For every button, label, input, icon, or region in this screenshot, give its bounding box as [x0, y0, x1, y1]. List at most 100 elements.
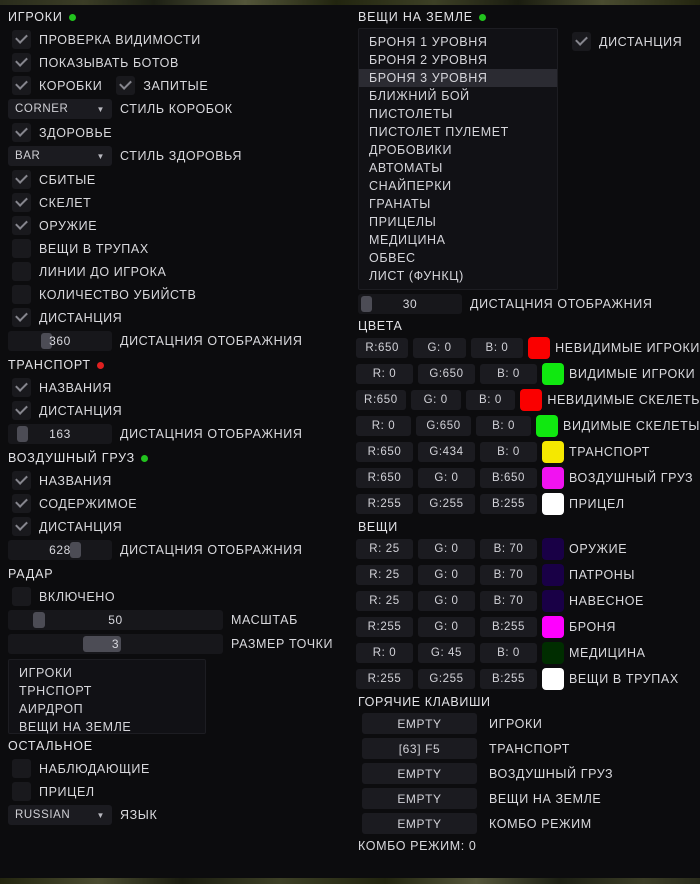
list-item-selected[interactable]: БРОНЯ 3 УРОВНЯ [359, 69, 557, 87]
color-field-b[interactable]: B: 0 [465, 390, 516, 410]
checkbox-row-health[interactable]: ЗДОРОВЬЕ [0, 121, 350, 144]
checkbox-skeleton[interactable] [12, 193, 31, 212]
color-swatch[interactable] [542, 564, 564, 586]
list-item[interactable]: БЛИЖНИЙ БОЙ [359, 87, 557, 105]
checkbox-row-skeleton[interactable]: СКЕЛЕТ [0, 191, 350, 214]
color-field-g[interactable]: G:434 [418, 442, 475, 462]
list-item[interactable]: АВТОМАТЫ [359, 159, 557, 177]
color-field-r[interactable]: R:255 [356, 494, 413, 514]
slider-transport-distance[interactable]: 163 [8, 424, 112, 444]
checkbox-row-players-distance[interactable]: ДИСТАНЦИЯ [0, 306, 350, 329]
color-swatch[interactable] [542, 668, 564, 690]
checkbox-row-kill-count[interactable]: КОЛИЧЕСТВО УБИЙСТВ [0, 283, 350, 306]
checkbox-filled[interactable] [116, 76, 136, 95]
checkbox-row-ground-distance[interactable]: ДИСТАНЦИЯ [558, 28, 690, 53]
color-swatch[interactable] [536, 415, 559, 437]
list-item[interactable]: АИРДРОП [9, 700, 205, 718]
checkbox-row-airdrop-contents[interactable]: СОДЕРЖИМОЕ [0, 492, 350, 515]
listbox-radar-targets[interactable]: ИГРОКИ ТРНСПОРТ АИРДРОП ВЕЩИ НА ЗЕМЛЕ [8, 659, 206, 734]
checkbox-row-snaplines[interactable]: ЛИНИИ ДО ИГРОКА [0, 260, 350, 283]
color-field-b[interactable]: B: 70 [480, 565, 537, 585]
color-field-r[interactable]: R:650 [356, 468, 413, 488]
checkbox-radar-enabled[interactable] [12, 587, 31, 606]
color-field-b[interactable]: B: 70 [480, 591, 537, 611]
color-field-b[interactable]: B: 70 [480, 539, 537, 559]
list-item[interactable]: ГРАНАТЫ [359, 195, 557, 213]
color-swatch[interactable] [520, 389, 543, 411]
slider-ground-distance[interactable]: 30 [358, 294, 462, 314]
color-swatch[interactable] [542, 467, 564, 489]
color-swatch[interactable] [542, 616, 564, 638]
checkbox-row-radar-enabled[interactable]: ВКЛЮЧЕНО [0, 585, 350, 608]
checkbox-row-show-bots[interactable]: ПОКАЗЫВАТЬ БОТОВ [0, 51, 350, 74]
color-field-g[interactable]: G: 0 [410, 390, 461, 410]
checkbox-row-transport-names[interactable]: НАЗВАНИЯ [0, 376, 350, 399]
color-field-g[interactable]: G: 0 [418, 539, 475, 559]
dropdown-box-style[interactable]: CORNER ▼ [8, 99, 112, 119]
color-field-b[interactable]: B: 0 [470, 338, 524, 358]
dropdown-health-style[interactable]: BAR ▼ [8, 146, 112, 166]
color-swatch[interactable] [542, 590, 564, 612]
checkbox-health[interactable] [12, 123, 31, 142]
color-field-r[interactable]: R: 0 [356, 643, 413, 663]
color-swatch[interactable] [528, 337, 551, 359]
checkbox-airdrop-contents[interactable] [12, 494, 31, 513]
list-item[interactable]: СНАЙПЕРКИ [359, 177, 557, 195]
list-item[interactable]: БРОНЯ 2 УРОВНЯ [359, 51, 557, 69]
color-field-g[interactable]: G: 0 [418, 468, 475, 488]
color-swatch[interactable] [542, 642, 564, 664]
slider-thumb[interactable] [33, 612, 45, 628]
checkbox-corpse-items[interactable] [12, 239, 31, 258]
color-swatch[interactable] [542, 363, 564, 385]
checkbox-row-corpse-items[interactable]: ВЕЩИ В ТРУПАХ [0, 237, 350, 260]
hotkey-button-combo-mode[interactable]: EMPTY [362, 813, 477, 834]
color-field-b[interactable]: B: 0 [480, 364, 537, 384]
color-field-r[interactable]: R: 25 [356, 539, 413, 559]
checkbox-downed[interactable] [12, 170, 31, 189]
checkbox-row-downed[interactable]: СБИТЫЕ [0, 168, 350, 191]
checkbox-airdrop-distance[interactable] [12, 517, 31, 536]
color-field-r[interactable]: R: 25 [356, 591, 413, 611]
color-field-b[interactable]: B:650 [480, 468, 537, 488]
color-field-g[interactable]: G:650 [416, 416, 472, 436]
checkbox-players-distance[interactable] [12, 308, 31, 327]
checkbox-row-spectators[interactable]: НАБЛЮДАЮЩИЕ [0, 757, 350, 780]
checkbox-weapon[interactable] [12, 216, 31, 235]
color-field-r[interactable]: R:650 [356, 338, 409, 358]
checkbox-row-airdrop-names[interactable]: НАЗВАНИЯ [0, 469, 350, 492]
color-field-b[interactable]: B:255 [480, 669, 537, 689]
color-field-g[interactable]: G: 0 [418, 591, 475, 611]
list-item[interactable]: ПИСТОЛЕТЫ [359, 105, 557, 123]
checkbox-row-transport-distance[interactable]: ДИСТАНЦИЯ [0, 399, 350, 422]
checkbox-spectators[interactable] [12, 759, 31, 778]
hotkey-button-airdrop[interactable]: EMPTY [362, 763, 477, 784]
slider-radar-scale[interactable]: 50 [8, 610, 223, 630]
list-item[interactable]: ПРИЦЕЛЫ [359, 213, 557, 231]
color-field-r[interactable]: R:650 [356, 442, 413, 462]
hotkey-button-ground-items[interactable]: EMPTY [362, 788, 477, 809]
hotkey-button-players[interactable]: EMPTY [362, 713, 477, 734]
list-item[interactable]: ОБВЕС [359, 249, 557, 267]
checkbox-kill-count[interactable] [12, 285, 31, 304]
checkbox-snaplines[interactable] [12, 262, 31, 281]
color-field-r[interactable]: R:650 [356, 390, 406, 410]
list-item[interactable]: ПИСТОЛЕТ ПУЛЕМЕТ [359, 123, 557, 141]
color-field-b[interactable]: B: 0 [476, 416, 532, 436]
checkbox-row-weapon[interactable]: ОРУЖИЕ [0, 214, 350, 237]
checkbox-visibility-check[interactable] [12, 30, 31, 49]
color-field-b[interactable]: B: 0 [480, 643, 537, 663]
list-item[interactable]: БРОНЯ 1 УРОВНЯ [359, 33, 557, 51]
color-swatch[interactable] [542, 493, 564, 515]
color-field-g[interactable]: G: 0 [413, 338, 466, 358]
color-field-r[interactable]: R: 0 [356, 364, 413, 384]
list-item[interactable]: ЛИСТ (ФУНКЦ) [359, 267, 557, 285]
checkbox-transport-names[interactable] [12, 378, 31, 397]
color-field-r[interactable]: R:255 [356, 669, 413, 689]
list-item[interactable]: ДРОБОВИКИ [359, 141, 557, 159]
checkbox-boxes[interactable] [12, 76, 31, 95]
checkbox-row-visibility-check[interactable]: ПРОВЕРКА ВИДИМОСТИ [0, 28, 350, 51]
list-item[interactable]: ИГРОКИ [9, 664, 205, 682]
color-field-r[interactable]: R: 25 [356, 565, 413, 585]
color-field-g[interactable]: G: 0 [418, 565, 475, 585]
color-field-b[interactable]: B:255 [480, 494, 537, 514]
